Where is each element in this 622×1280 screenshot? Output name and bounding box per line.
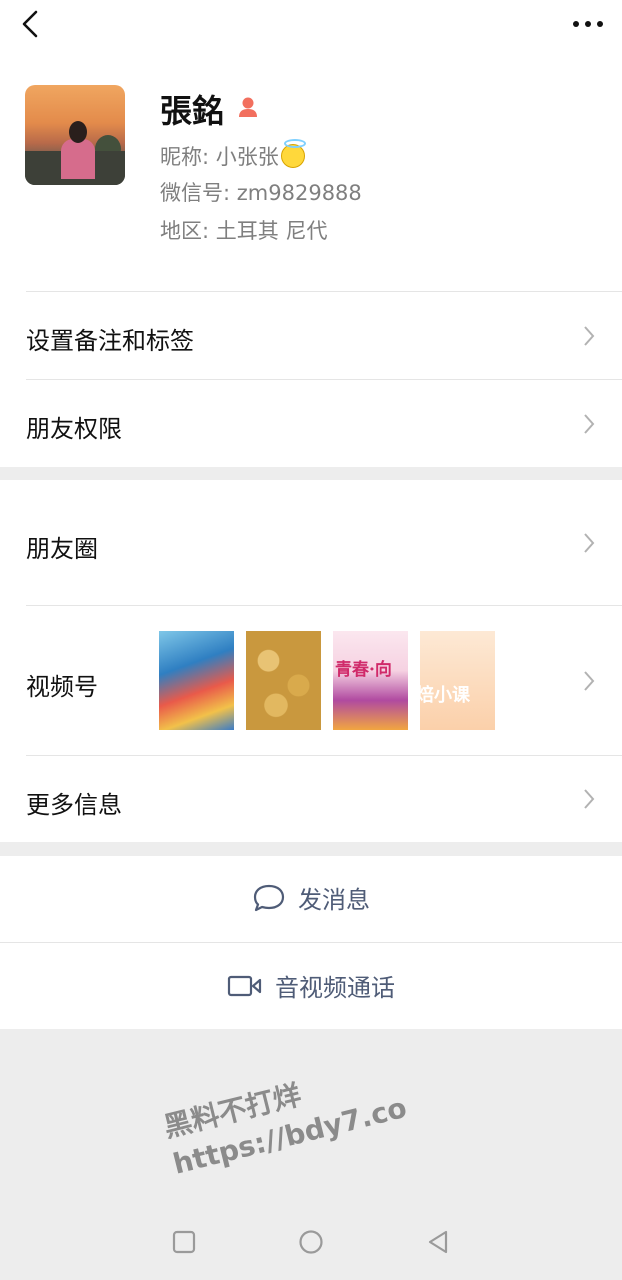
- watermark: 黑料不打烊 https://bdy7.co: [160, 1052, 411, 1184]
- wechat-id-line: 微信号: zm9829888: [160, 177, 362, 207]
- chevron-right-icon: [584, 326, 595, 346]
- region-label: 地区:: [160, 219, 216, 243]
- chevron-right-icon: [584, 671, 595, 691]
- more-options-icon[interactable]: [568, 8, 608, 40]
- nickname-line: 昵称: 小张张: [160, 139, 306, 171]
- chevron-right-icon: [584, 789, 595, 809]
- channel-thumbnail[interactable]: [159, 631, 234, 730]
- remark-tags-label: 设置备注和标签: [26, 327, 194, 355]
- video-camera-icon: [227, 975, 262, 996]
- moments-label: 朋友圈: [26, 535, 98, 563]
- send-message-label: 发消息: [298, 886, 370, 914]
- nickname-value: 小张张: [215, 145, 279, 169]
- divider: [0, 942, 622, 943]
- chevron-right-icon: [584, 414, 595, 434]
- chat-bubble-icon: [253, 884, 285, 911]
- channels-label: 视频号: [26, 673, 98, 701]
- channel-thumbnail[interactable]: 青春·向: [333, 631, 408, 730]
- remark-tags-row[interactable]: 设置备注和标签: [0, 292, 622, 379]
- video-call-label: 音视频通话: [275, 974, 395, 1002]
- region-value: 土耳其 尼代: [215, 219, 328, 243]
- nickname-label: 昵称:: [160, 145, 216, 169]
- friend-permissions-row[interactable]: 朋友权限: [0, 380, 622, 467]
- more-info-label: 更多信息: [26, 791, 122, 819]
- friend-permissions-label: 朋友权限: [26, 415, 122, 443]
- chevron-right-icon: [584, 533, 595, 553]
- video-call-button[interactable]: 音视频通话: [0, 968, 622, 1008]
- top-bar: [0, 0, 622, 50]
- send-message-button[interactable]: 发消息: [0, 880, 622, 920]
- channel-thumbnail[interactable]: 焙小课: [420, 631, 495, 730]
- thumbnail-caption: 青春·向: [335, 660, 392, 680]
- moments-row[interactable]: 朋友圈: [0, 480, 622, 605]
- wechat-id-label: 微信号:: [160, 181, 237, 205]
- wechat-id-value[interactable]: zm9829888: [237, 181, 362, 205]
- home-icon[interactable]: [296, 1227, 326, 1257]
- halo-smile-emoji-icon: [280, 139, 306, 168]
- female-icon: [239, 97, 257, 117]
- thumbnail-caption: 焙小课: [420, 685, 470, 706]
- region-line: 地区: 土耳其 尼代: [160, 215, 327, 245]
- back-arrow-icon[interactable]: [18, 8, 48, 40]
- channel-thumbnail[interactable]: [246, 631, 321, 730]
- recent-apps-icon[interactable]: [169, 1227, 199, 1257]
- back-icon[interactable]: [424, 1227, 454, 1257]
- display-name: 張銘: [160, 92, 225, 130]
- more-info-row[interactable]: 更多信息: [0, 756, 622, 842]
- system-nav-bar: [0, 1205, 622, 1280]
- avatar[interactable]: [25, 85, 125, 185]
